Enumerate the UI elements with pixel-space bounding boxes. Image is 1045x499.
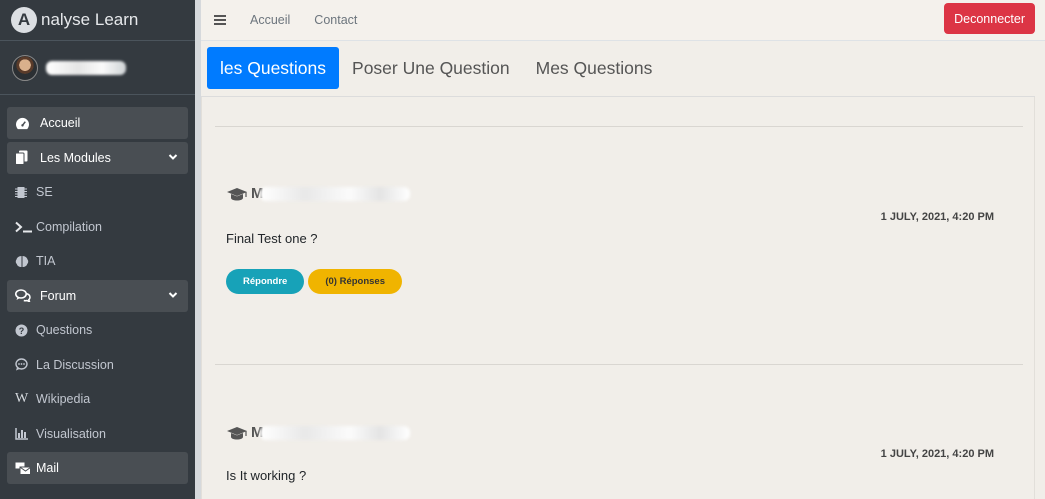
chevron-down-icon: [168, 153, 178, 160]
hamburger-menu-icon[interactable]: [214, 14, 226, 26]
sidebar-item-visualisation[interactable]: Visualisation: [7, 418, 188, 450]
brand-name: nalyse Learn: [41, 10, 139, 29]
nav-link-contact[interactable]: Contact: [314, 13, 357, 27]
questions-panel: M 1 JULY, 2021, 4:20 PM Final Test one ?…: [201, 97, 1035, 499]
comment-dots-icon: [15, 358, 33, 371]
user-panel[interactable]: [0, 41, 195, 95]
mail-bulk-icon: [15, 462, 33, 475]
graduation-cap-icon: [227, 187, 247, 200]
sidebar-item-les-modules[interactable]: Les Modules: [7, 141, 188, 174]
sidebar-item-label: Visualisation: [36, 426, 106, 441]
sidebar-item-label: Forum: [40, 288, 77, 303]
author-name-redacted: [259, 425, 410, 440]
author-name-redacted: [259, 186, 410, 201]
question-tabs: les Questions Poser Une Question Mes Que…: [207, 47, 665, 89]
divider: [215, 364, 1023, 365]
sidebar-item-label: TIA: [36, 254, 56, 268]
sidebar-item-questions[interactable]: ? Questions: [7, 314, 188, 346]
chart-bar-icon: [15, 427, 33, 440]
tab-les-questions[interactable]: les Questions: [207, 47, 340, 89]
top-navbar: Accueil Contact Deconnecter: [201, 0, 1045, 41]
terminal-icon: [15, 221, 33, 233]
sidebar-item-forum[interactable]: Forum: [7, 279, 188, 312]
sidebar-item-label: Questions: [36, 323, 93, 337]
sidebar-item-la-discussion[interactable]: La Discussion: [7, 349, 188, 381]
sidebar-item-mail[interactable]: Mail: [7, 452, 188, 484]
reply-button[interactable]: Répondre: [226, 269, 305, 294]
brand[interactable]: A nalyse Learn: [0, 0, 195, 41]
question-author: M: [226, 424, 1006, 441]
chevron-down-icon: [168, 291, 178, 298]
svg-text:?: ?: [19, 326, 25, 336]
question-text: Final Test one ?: [226, 231, 318, 246]
comments-icon: [15, 289, 37, 302]
question-date: 1 JULY, 2021, 4:20 PM: [880, 448, 994, 460]
question-card: M 1 JULY, 2021, 4:20 PM Final Test one ?…: [226, 185, 1006, 305]
sidebar-item-label: Mail: [36, 461, 59, 475]
responses-button[interactable]: (0) Réponses: [308, 269, 402, 294]
graduation-cap-icon: [227, 426, 247, 439]
nav-link-accueil[interactable]: Accueil: [250, 13, 290, 27]
tab-mes-questions[interactable]: Mes Questions: [523, 47, 666, 89]
question-card: M 1 JULY, 2021, 4:20 PM Is It working ?: [226, 424, 1006, 494]
divider: [215, 126, 1023, 127]
question-circle-icon: ?: [15, 324, 33, 337]
sidebar-item-label: Les Modules: [40, 150, 111, 165]
brand-logo: A: [11, 7, 37, 33]
question-date: 1 JULY, 2021, 4:20 PM: [880, 211, 994, 223]
question-text: Is It working ?: [226, 468, 307, 483]
sidebar-item-se[interactable]: SE: [7, 176, 188, 208]
brain-icon: [15, 255, 33, 268]
question-author: M: [226, 185, 1006, 202]
logout-button[interactable]: Deconnecter: [944, 3, 1035, 34]
chip-icon: [15, 186, 33, 199]
user-name-redacted: [46, 60, 126, 75]
sidebar-item-wikipedia[interactable]: W Wikipedia: [7, 383, 188, 415]
sidebar-item-label: Accueil: [40, 116, 81, 130]
sidebar-item-label: Wikipedia: [36, 392, 91, 406]
sidebar-nav: Accueil Les Modules SE Compilation TIA F…: [0, 95, 195, 484]
sidebar-item-tia[interactable]: TIA: [7, 245, 188, 277]
sidebar-item-label: La Discussion: [36, 357, 114, 372]
sidebar: A nalyse Learn Accueil Les Modules SE Co…: [0, 0, 195, 499]
dashboard-icon: [15, 117, 37, 130]
wikipedia-icon: W: [15, 391, 29, 406]
sidebar-item-label: Compilation: [36, 219, 103, 234]
question-actions: Répondre (0) Réponses: [226, 269, 402, 294]
avatar: [12, 54, 38, 81]
tab-poser-une-question[interactable]: Poser Une Question: [339, 47, 523, 89]
copy-icon: [15, 150, 37, 165]
sidebar-item-compilation[interactable]: Compilation: [7, 211, 188, 243]
sidebar-item-accueil[interactable]: Accueil: [7, 107, 188, 139]
sidebar-item-label: SE: [36, 185, 53, 199]
